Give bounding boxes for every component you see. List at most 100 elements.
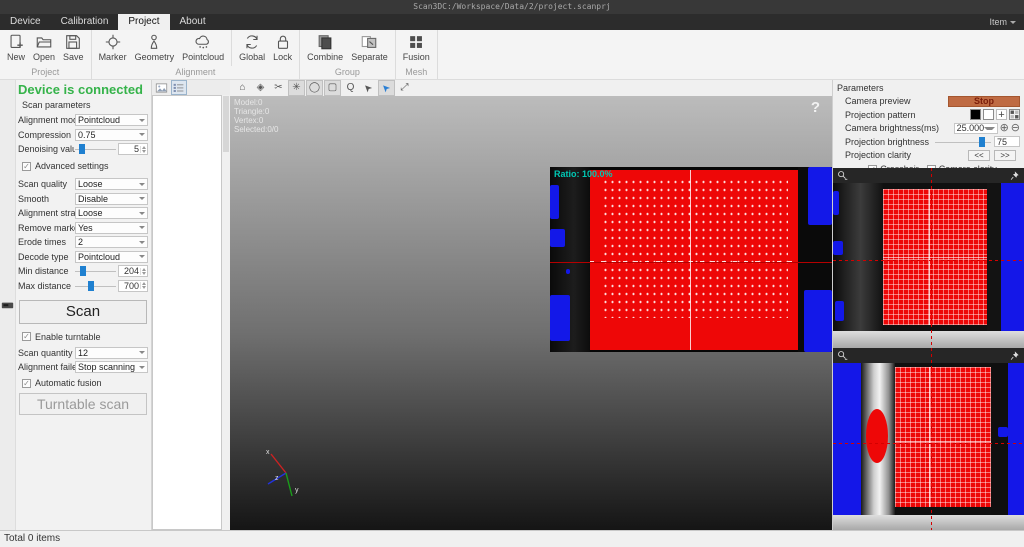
help-icon[interactable]: ? (811, 99, 820, 116)
model-list[interactable] (152, 95, 222, 530)
lasso-select-icon[interactable]: Q (343, 81, 358, 95)
blue-region (550, 295, 570, 341)
item-menu-dropdown[interactable]: Item (981, 14, 1024, 30)
denoising-value-spinbox[interactable]: 5 (118, 143, 148, 155)
geometry-icon (145, 33, 163, 51)
magnifier-icon[interactable] (837, 350, 848, 361)
alignment-strateg-select[interactable]: Loose (75, 207, 148, 219)
open-button[interactable]: Open (29, 31, 59, 66)
pattern-grid-icon[interactable] (1009, 109, 1020, 120)
viewport-canvas[interactable]: Model:0 Triangle:0 Vertex:0 Selected:0/0 ? … (230, 96, 832, 530)
standard-view-icon[interactable]: ◈ (253, 81, 268, 95)
stop-button[interactable]: Stop (948, 95, 1020, 107)
camera-brightness-input[interactable]: 25.000 (953, 122, 998, 134)
combine-icon (316, 33, 334, 51)
status-bar: Total 0 items (0, 530, 1024, 547)
combine-button[interactable]: Combine (303, 31, 347, 66)
scan-quantity-value: 12 (78, 347, 89, 358)
min-distance-slider-thumb[interactable] (79, 266, 86, 276)
circle-select-icon[interactable]: ◯ (306, 80, 323, 96)
max-distance-slider[interactable] (75, 280, 116, 291)
pattern-cross-button[interactable]: + (996, 109, 1007, 121)
decode-type-select[interactable]: Pointcloud (75, 250, 148, 263)
geometry-label: Geometry (134, 52, 175, 62)
clarity-increase-button[interactable]: >> (994, 149, 1016, 161)
polygon-select-icon[interactable]: ▢ (324, 80, 341, 96)
spinner-arrows[interactable] (140, 267, 147, 275)
scan-quality-select[interactable]: Loose (75, 178, 148, 190)
list-view-icon[interactable] (171, 80, 187, 95)
menu-tab-about[interactable]: About (170, 14, 216, 30)
camera-brightness-value: 25.000 (956, 123, 985, 133)
chevron-down-icon (139, 211, 145, 215)
max-distance-spinbox[interactable]: 700 (118, 279, 148, 292)
image-view-icon[interactable] (155, 81, 169, 94)
min-distance-spinbox[interactable]: 204 (118, 265, 148, 277)
axis-y-label: y (295, 487, 299, 494)
pattern-white-swatch[interactable] (983, 109, 994, 120)
enable-turntable-checkbox[interactable]: ✓ (22, 332, 31, 341)
model-list-scrollbar[interactable] (222, 95, 230, 530)
brightness-increase-button[interactable]: ⊕ (1000, 122, 1009, 134)
geometry-button[interactable]: Geometry (131, 31, 179, 66)
blue-region (998, 427, 1008, 437)
pan-icon[interactable]: ✳ (288, 80, 305, 96)
slider-thumb[interactable] (978, 136, 985, 147)
min-distance-slider[interactable] (75, 266, 116, 276)
projection-brightness-slider[interactable] (935, 136, 991, 147)
denoising-value-slider-thumb[interactable] (78, 144, 85, 154)
clarity-decrease-button[interactable]: << (968, 149, 990, 161)
scan-quality-value: Loose (78, 179, 103, 189)
scan-button[interactable]: Scan (19, 299, 147, 324)
turntable-scan-button[interactable]: Turntable scan (19, 393, 147, 415)
marker-button[interactable]: Marker (95, 31, 131, 66)
denoising-value-slider[interactable] (75, 144, 116, 154)
brightness-decrease-button[interactable]: ⊖ (1011, 122, 1020, 134)
save-button[interactable]: Save (59, 31, 88, 66)
magnifier-icon[interactable] (837, 170, 848, 181)
alignment-mode-select[interactable]: Pointcloud (75, 114, 148, 126)
pin-icon[interactable] (1009, 350, 1020, 361)
advanced-settings-checkbox[interactable]: ✓ (22, 161, 31, 171)
spinner-arrows[interactable] (140, 282, 147, 289)
max-distance-slider-thumb[interactable] (88, 280, 95, 291)
menu-tab-calibration[interactable]: Calibration (51, 14, 119, 30)
menu-tab-device[interactable]: Device (0, 14, 51, 30)
camera-preview-overlay: Ratio: 100.0% (550, 167, 832, 352)
item-menu-label: Item (989, 17, 1007, 27)
new-button[interactable]: New (3, 31, 29, 66)
fit-view-icon[interactable]: ⤢ (397, 81, 412, 95)
pick-move-icon[interactable]: ➤ (378, 80, 395, 96)
smooth-select[interactable]: Disable (75, 192, 148, 205)
erode-times-select[interactable]: 2 (75, 236, 148, 248)
separate-button[interactable]: Separate (347, 31, 392, 66)
menu-tab-project[interactable]: Project (118, 14, 170, 30)
pattern-black-swatch[interactable] (970, 109, 981, 120)
compression-select[interactable]: 0.75 (75, 128, 148, 141)
pointcloud-button[interactable]: Pointcloud (178, 31, 228, 66)
automatic-fusion-checkbox[interactable]: ✓ (22, 378, 31, 388)
scan-quantity-select[interactable]: 12 (75, 346, 148, 359)
remove-markers-select[interactable]: Yes (75, 221, 148, 234)
spinner-arrows[interactable] (140, 145, 147, 153)
alignment-failed-select[interactable]: Stop scanning (75, 361, 148, 373)
projection-brightness-value[interactable]: 75 (994, 136, 1020, 147)
right-camera-preview (833, 348, 1024, 515)
cut-icon[interactable]: ✂ (271, 81, 286, 95)
blue-region (550, 229, 565, 247)
remove-markers-value: Yes (78, 222, 93, 233)
device-icon[interactable] (1, 302, 14, 531)
fusion-button[interactable]: Fusion (399, 31, 434, 66)
pick-rect-icon[interactable]: ➤ (361, 81, 376, 95)
lock-button[interactable]: Lock (269, 31, 296, 66)
crosshair-horizontal-line (550, 262, 832, 263)
home-icon[interactable]: ⌂ (235, 81, 250, 95)
pin-icon[interactable] (1009, 170, 1020, 181)
blue-region (835, 301, 844, 321)
decode-type-value: Pointcloud (78, 251, 121, 262)
axis-triad: x z y (266, 449, 299, 497)
scrollbar-thumb[interactable] (223, 96, 229, 152)
ribbon-group-label: Project (31, 67, 60, 77)
scan-quality-label: Scan quality (18, 179, 68, 189)
global-button[interactable]: Global (235, 31, 269, 66)
